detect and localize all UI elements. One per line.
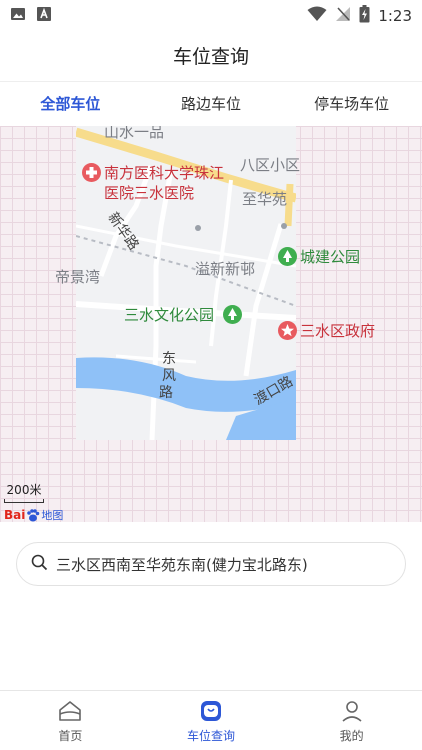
tab-parking-lot-spaces[interactable]: 停车场车位 [281,82,422,126]
battery-charging-icon [359,5,370,27]
image-icon [10,6,26,26]
font-icon [36,6,52,26]
map-view[interactable]: 山水一品 南方医科大学珠江 医院三水医院 八区小区 至华苑 新华路 城建公园 帝… [0,126,422,522]
address-search-box[interactable]: 三水区西南至华苑东南(健力宝北路东) [16,542,406,586]
status-left-icons [10,6,52,26]
map-label-yixin: 溢新新邨 [195,260,256,278]
map-scale-line [4,499,44,503]
nav-home-label: 首页 [58,728,83,743]
nav-parking-search-label: 车位查询 [187,728,236,743]
baidu-map-logo: Bai 地图 [4,507,63,522]
map-label-hospital-line2: 医院三水医院 [104,184,195,202]
tab-roadside-spaces[interactable]: 路边车位 [141,82,282,126]
bottom-navigation: 首页 车位查询 我的 [0,690,422,750]
map-label-baqu: 八区小区 [240,156,301,174]
map-label-zhihuayuan: 至华苑 [242,190,288,208]
nav-profile[interactable]: 我的 [281,691,422,750]
wifi-icon [307,6,327,26]
government-icon[interactable] [278,321,297,340]
hospital-icon[interactable] [82,163,101,182]
park-icon-chengjian[interactable] [278,247,297,266]
map-label-shanshui: 山水一品 [104,126,165,141]
status-time: 1:23 [378,7,412,25]
nav-home[interactable]: 首页 [0,691,141,750]
map-scale-label: 200米 [6,483,42,497]
nav-profile-label: 我的 [339,728,364,743]
map-label-chengjian-park: 城建公园 [300,248,361,266]
map-scale-bar: 200米 [4,481,44,503]
logo-map-text: 地图 [41,509,64,522]
nav-parking-search[interactable]: 车位查询 [141,691,282,750]
map-label-hospital-line1: 南方医科大学珠江 [104,164,225,182]
baidu-paw-icon [27,508,40,521]
tab-bar: 全部车位 路边车位 停车场车位 [0,82,422,126]
parking-search-icon [201,700,221,721]
map-label-wenhua-park: 三水文化公园 [124,306,215,324]
status-bar: 1:23 [0,0,422,30]
user-icon [342,700,362,722]
no-signal-icon [335,6,351,26]
address-text: 三水区西南至华苑东南(健力宝北路东) [56,555,308,574]
map-label-dijingwan: 帝景湾 [55,268,101,286]
map-label-dongfenglu-3: 路 [159,385,173,401]
park-icon-wenhua[interactable] [223,305,242,324]
tab-all-spaces[interactable]: 全部车位 [0,82,141,126]
map-label-government: 三水区政府 [300,322,376,340]
status-right-icons: 1:23 [307,5,412,27]
logo-bai-text: Bai [4,508,26,522]
search-icon [31,554,48,575]
title-bar: 车位查询 [0,30,422,82]
page-title: 车位查询 [172,46,249,68]
home-icon [59,700,82,721]
